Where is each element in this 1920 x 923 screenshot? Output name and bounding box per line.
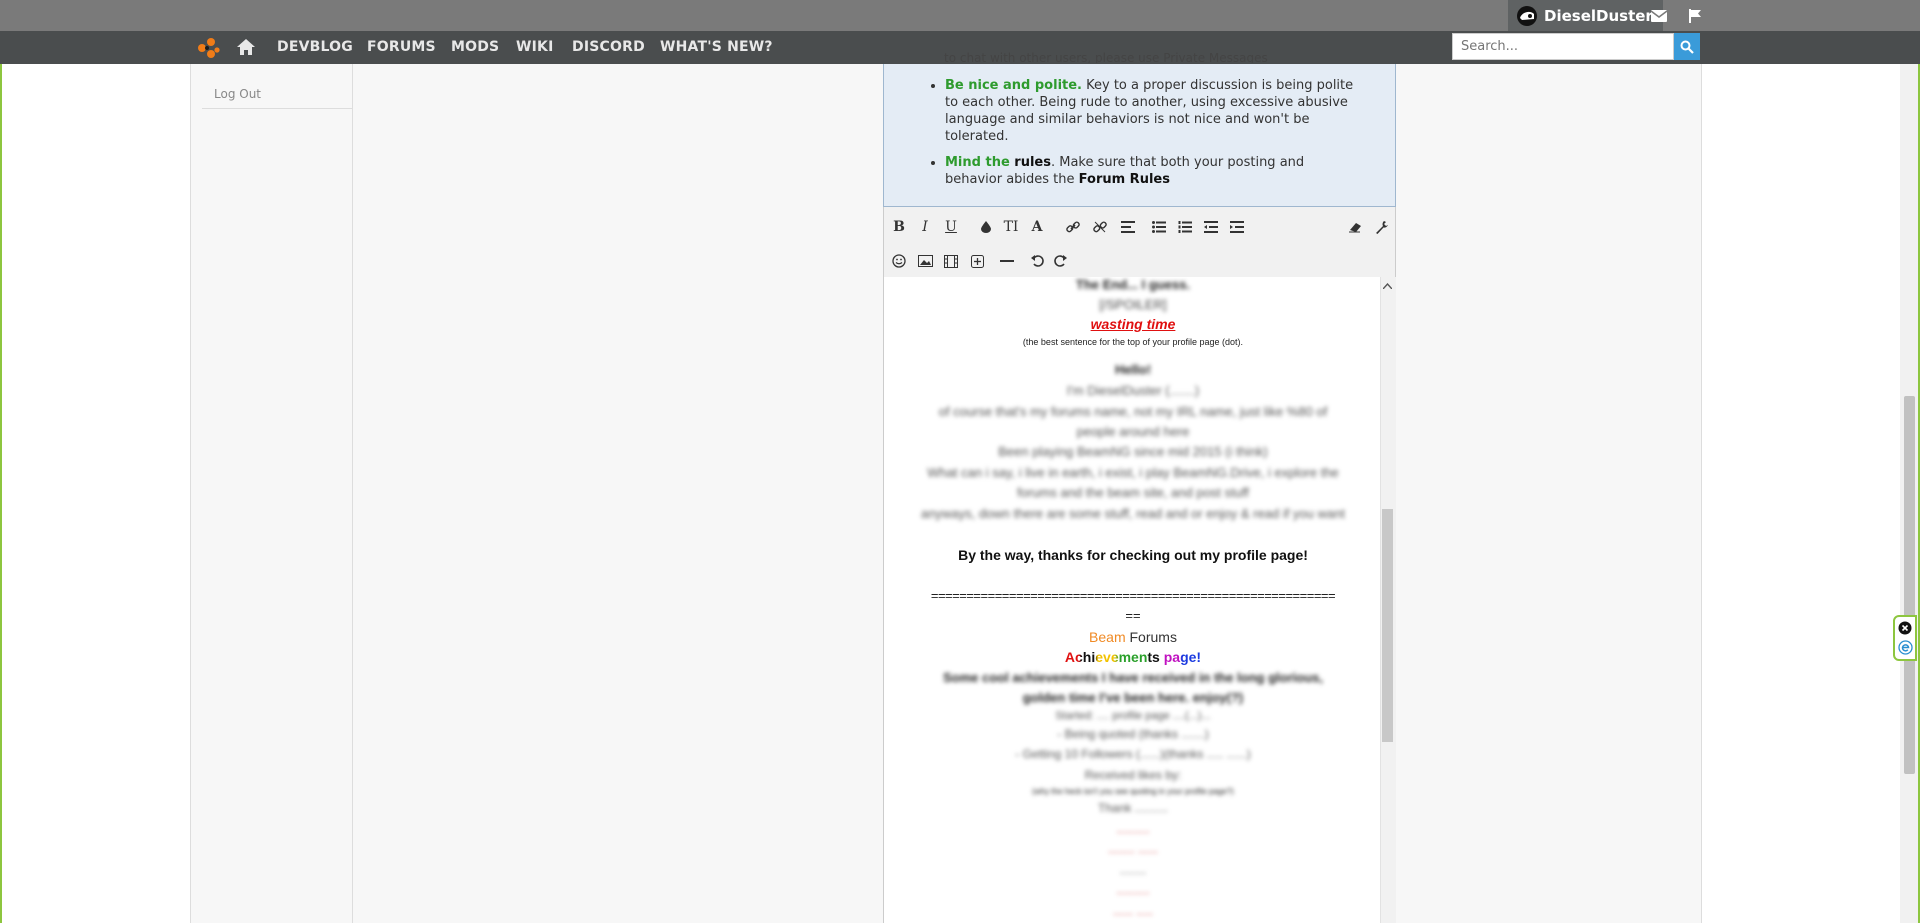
- redo-icon[interactable]: [1049, 250, 1071, 272]
- editor-line: anyways, down there are some stuff, read…: [921, 506, 1345, 521]
- search-input[interactable]: [1452, 33, 1674, 60]
- editor-line: I'm DieselDuster (.......): [1066, 383, 1200, 398]
- sidebar: [202, 64, 353, 923]
- undo-icon[interactable]: [1027, 250, 1049, 272]
- beamng-logo-icon[interactable]: [196, 37, 220, 59]
- editor-line: [/SPOILER]: [1099, 297, 1167, 312]
- editor-line: By the way, thanks for checking out my p…: [958, 547, 1308, 563]
- editor-line: Hello!: [1114, 362, 1152, 377]
- smiley-icon[interactable]: [888, 250, 910, 272]
- editor-line: What can i say, i live in earth, i exist…: [927, 465, 1339, 480]
- top-bar: DieselDuster: [0, 0, 1920, 31]
- color-icon[interactable]: [975, 216, 997, 238]
- editor-line: ..........: [1116, 822, 1150, 836]
- editor-line: of course that's my forums name, not my …: [938, 404, 1328, 419]
- editor-line: Been playing BeamNG since mid 2015 (i th…: [998, 444, 1268, 459]
- rule-item: Be nice and polite. Key to a proper disc…: [945, 77, 1365, 145]
- left-border: [0, 64, 2, 923]
- link-icon[interactable]: [1062, 216, 1084, 238]
- inbox-icon[interactable]: [1641, 0, 1677, 31]
- sidebar-cut-text: ...: [242, 52, 253, 60]
- forum-rules-link[interactable]: Forum Rules: [1079, 172, 1170, 187]
- editor-line: ==: [1125, 608, 1141, 623]
- editor-line: Some cool achievements I have received i…: [942, 670, 1323, 685]
- editor-scroll-thumb[interactable]: [1382, 509, 1393, 742]
- horizontal-rule-icon[interactable]: [996, 250, 1018, 272]
- editor-line: ..........: [1116, 883, 1150, 897]
- outdent-icon[interactable]: [1200, 216, 1222, 238]
- editor-line: forums and the beam site, and post stuff: [1017, 485, 1249, 500]
- rule-lead: Mind the: [945, 155, 1010, 170]
- editor-line: - Being quoted (thanks .......): [1057, 727, 1209, 741]
- editor-line: ...... .....: [1112, 904, 1153, 918]
- username: DieselDuster: [1544, 6, 1653, 25]
- side-widget: [1893, 615, 1917, 661]
- editor-line: wasting time: [1090, 316, 1176, 332]
- editor-line: ........: [1119, 863, 1147, 877]
- nav-wiki[interactable]: WIKI: [516, 39, 554, 55]
- editor-line: ========================================…: [930, 588, 1336, 603]
- bullet-list-icon[interactable]: [1148, 216, 1170, 238]
- search-box: [1452, 33, 1700, 62]
- nav-mods[interactable]: MODS: [451, 39, 499, 55]
- rules-list: Be nice and polite. Key to a proper disc…: [930, 77, 1365, 197]
- avatar: [1517, 5, 1537, 26]
- editor-line: Thank ..........: [1097, 801, 1169, 815]
- image-icon[interactable]: [914, 250, 936, 272]
- editor-line: ........ ......: [1107, 842, 1158, 856]
- rule-lead-rules: rules: [1009, 155, 1051, 170]
- beam-word: Beam: [1089, 629, 1126, 645]
- scroll-up-icon[interactable]: [1380, 277, 1395, 295]
- nav-whats-new[interactable]: WHAT'S NEW?: [660, 39, 773, 55]
- bold-icon[interactable]: B: [888, 216, 910, 238]
- editor-line: Started: .... profile page ....(...)...: [1055, 710, 1211, 722]
- close-icon[interactable]: [1898, 621, 1912, 635]
- search-icon: [1680, 40, 1694, 54]
- underline-icon[interactable]: U: [940, 216, 962, 238]
- rule-item: Mind the rules. Make sure that both your…: [945, 154, 1365, 188]
- nav-devblog[interactable]: DEVBLOG: [277, 39, 353, 55]
- editor-line: golden time I've been here. enjoy(?): [1022, 690, 1244, 705]
- editor-line: Received likes by:: [1084, 768, 1182, 782]
- user-menu[interactable]: DieselDuster: [1508, 0, 1663, 31]
- editor-line: - Getting 10 Followers (......)(thanks .…: [1015, 747, 1251, 761]
- search-button[interactable]: [1674, 33, 1700, 60]
- numbered-list-icon[interactable]: [1174, 216, 1196, 238]
- align-icon[interactable]: [1117, 216, 1139, 238]
- nav-forums[interactable]: FORUMS: [367, 39, 436, 55]
- editor-content[interactable]: The End... I guess. [/SPOILER] wasting t…: [883, 277, 1396, 923]
- wrench-icon[interactable]: [1371, 216, 1393, 238]
- flag-icon[interactable]: [1677, 0, 1713, 31]
- insert-icon[interactable]: [966, 250, 988, 272]
- posting-rules-panel: to chat with other users, please use Pri…: [883, 51, 1396, 207]
- italic-icon[interactable]: I: [914, 216, 936, 238]
- page-scroll-thumb[interactable]: [1904, 396, 1915, 774]
- editor-line: (why the heck isn't you see quoting in y…: [1032, 787, 1234, 796]
- achievements-title: Achievements page!: [1064, 649, 1202, 665]
- editor-toolbar: B I U TI A: [883, 207, 1396, 277]
- font-family-icon[interactable]: A: [1026, 216, 1048, 238]
- font-size-icon[interactable]: TI: [1000, 216, 1022, 238]
- editor-line: people around here: [1076, 424, 1190, 439]
- rules-cut-line: to chat with other users, please use Pri…: [944, 51, 1268, 63]
- logout-link[interactable]: Log Out: [214, 87, 261, 101]
- eraser-icon[interactable]: [1344, 216, 1366, 238]
- nav-discord[interactable]: DISCORD: [572, 39, 645, 55]
- editor-line: (the best sentence for the top of your p…: [1022, 337, 1244, 347]
- extension-icon[interactable]: [1898, 640, 1913, 655]
- unlink-icon[interactable]: [1089, 216, 1111, 238]
- indent-icon[interactable]: [1226, 216, 1248, 238]
- forums-word: Forums: [1125, 629, 1177, 645]
- media-icon[interactable]: [940, 250, 962, 272]
- editor-line-beam-forums: Beam Forums: [892, 629, 1374, 645]
- editor-line: The End... I guess.: [1075, 277, 1191, 292]
- rule-lead: Be nice and polite.: [945, 78, 1082, 93]
